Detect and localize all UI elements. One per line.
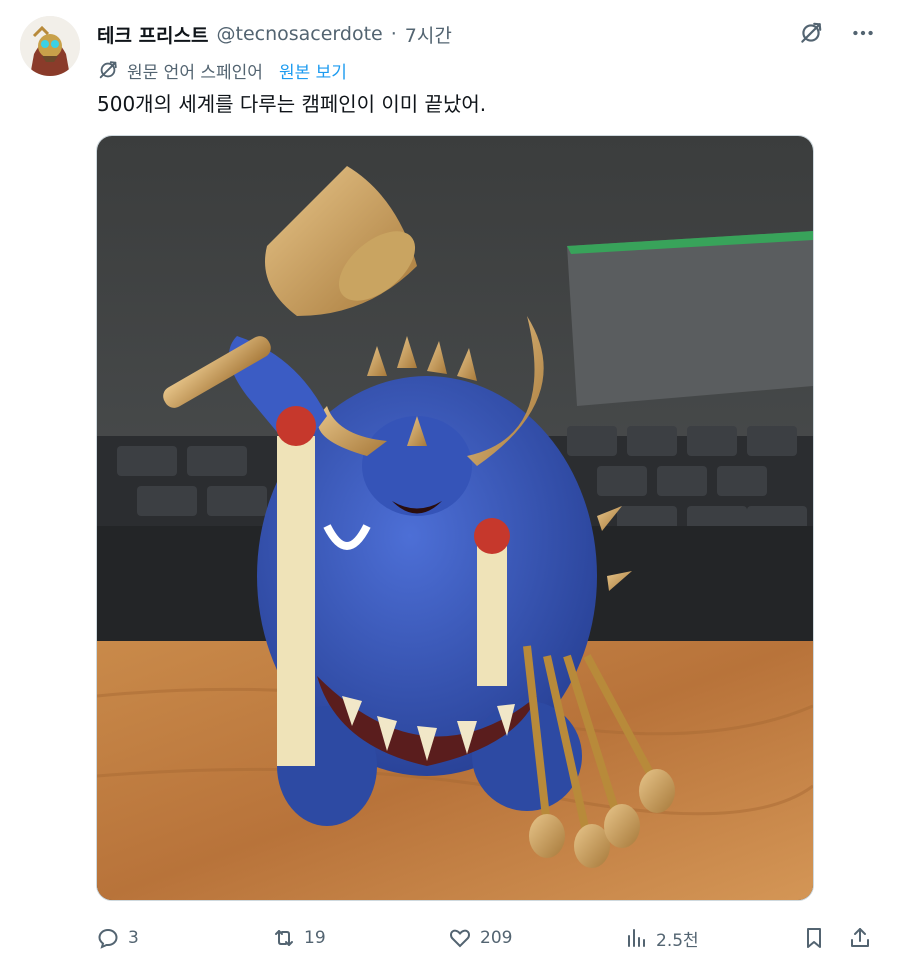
translate-icon[interactable]: [798, 20, 824, 46]
timestamp[interactable]: 7시간: [405, 21, 452, 48]
tweet-text: 500개의 세계를 다루는 캠페인이 이미 끝났어.: [97, 92, 487, 116]
tweet-header: 테크 프리스트 @tecnosacerdote · 7시간: [97, 20, 452, 48]
reply-button[interactable]: 3: [96, 920, 139, 956]
figure-photo: [97, 136, 813, 900]
retweet-button[interactable]: 19: [272, 920, 326, 956]
author-name[interactable]: 테크 프리스트: [97, 21, 209, 48]
action-bar: 3 19 209 2.5천: [96, 920, 876, 956]
author-handle[interactable]: @tecnosacerdote: [217, 23, 383, 45]
like-icon: [450, 929, 470, 948]
bookmark-button[interactable]: [802, 920, 834, 956]
separator-dot: ·: [390, 23, 397, 45]
retweet-icon: [275, 930, 293, 946]
show-original-link[interactable]: 원본 보기: [279, 58, 347, 83]
views-count: 2.5천: [656, 930, 699, 951]
like-button[interactable]: 209: [448, 920, 512, 956]
views-icon: [628, 929, 645, 947]
translated-from-label: 원문 언어 스페인어: [127, 62, 263, 83]
reply-icon: [98, 928, 118, 949]
retweet-count: 19: [304, 928, 326, 948]
like-count: 209: [480, 928, 513, 948]
avatar[interactable]: [20, 16, 80, 76]
more-icon[interactable]: [850, 20, 876, 46]
views-button[interactable]: 2.5천: [624, 920, 699, 956]
tweet-image[interactable]: [96, 135, 814, 901]
share-icon: [851, 928, 869, 947]
bookmark-icon: [807, 928, 821, 948]
translate-note-icon: [97, 59, 119, 81]
translation-note: 원문 언어 스페인어 원본 보기: [97, 56, 347, 84]
top-actions: [798, 20, 876, 46]
reply-count: 3: [128, 928, 139, 948]
share-button[interactable]: [848, 920, 880, 956]
